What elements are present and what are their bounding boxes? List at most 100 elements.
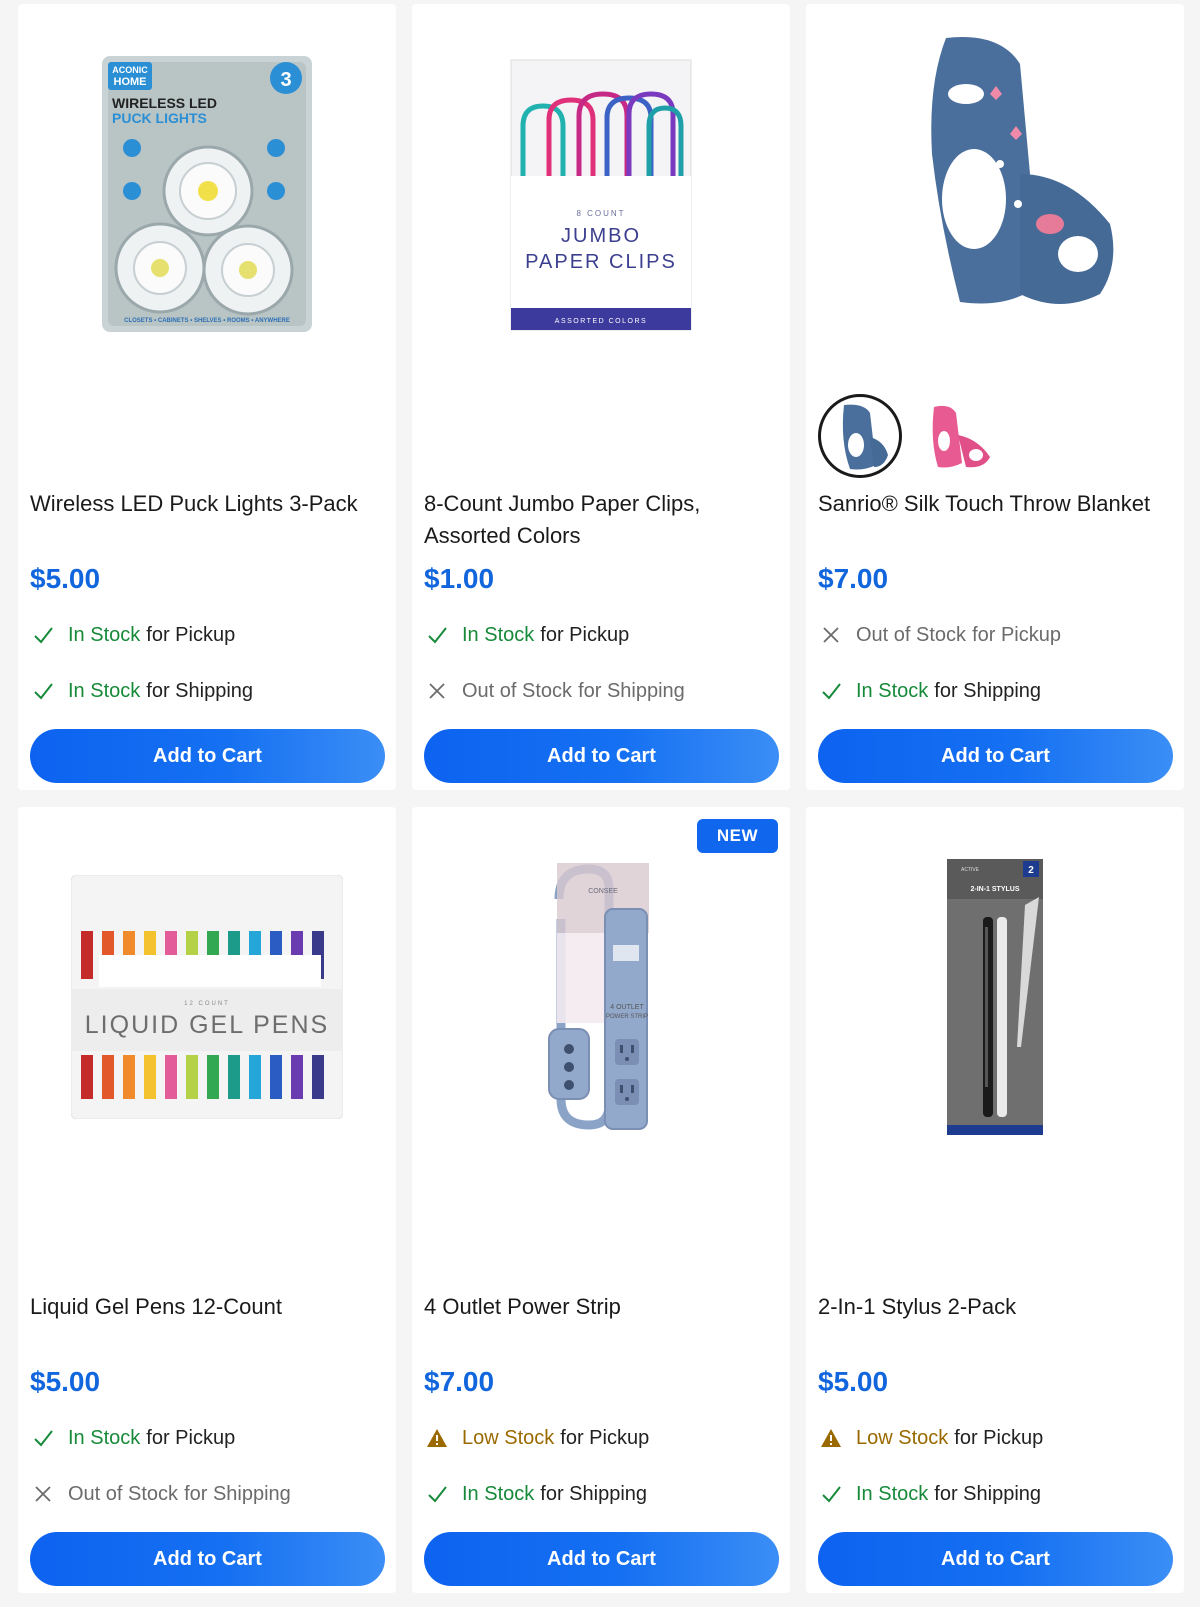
power-strip-image: CONSEE 4 OUTLET POWER STRIP [548,863,649,1130]
product-title[interactable]: 2-In-1 Stylus 2-Pack [818,1291,1172,1323]
product-title[interactable]: Wireless LED Puck Lights 3-Pack [30,488,384,520]
shipping-availability: In Stock for Shipping [818,1481,1041,1507]
shipping-status: In Stock [856,1482,929,1505]
check-icon [30,678,56,704]
pickup-availability: In Stock for Pickup [30,622,235,648]
x-icon [30,1481,56,1507]
pickup-label: for Pickup [954,1426,1044,1449]
svg-text:CLOSETS • CABINETS • SHELVES •: CLOSETS • CABINETS • SHELVES • ROOMS • A… [124,318,290,324]
product-image[interactable]: 8 COUNT JUMBO PAPER CLIPS ASSORTED COLOR… [412,4,790,384]
shipping-availability: In Stock for Shipping [424,1481,647,1507]
product-card[interactable]: ACONIC HOME 3 WIRELESS LED PUCK LIGHTS C… [18,4,396,790]
product-card[interactable]: 12 COUNT LIQUID GEL PENS Liquid Gel Pens… [18,807,396,1593]
shipping-label: for Shipping [578,679,685,702]
svg-text:12 COUNT: 12 COUNT [184,1001,230,1007]
add-to-cart-button[interactable]: Add to Cart [818,729,1173,783]
pickup-status: Out of Stock [856,623,967,646]
pink-blanket-thumbnail [932,405,990,468]
shipping-status: In Stock [68,679,141,702]
product-card[interactable]: 8 COUNT JUMBO PAPER CLIPS ASSORTED COLOR… [412,4,790,790]
add-to-cart-button[interactable]: Add to Cart [424,729,779,783]
svg-text:JUMBO: JUMBO [561,225,641,247]
shipping-label: for Shipping [146,679,254,702]
check-icon [30,622,56,648]
pickup-availability: In Stock for Pickup [30,1425,235,1451]
check-icon [424,622,450,648]
product-card[interactable]: ACTIVE 2 2-IN-1 STYLUS 2-In-1 Stylus 2-P… [806,807,1184,1593]
product-price: $7.00 [424,1366,495,1397]
product-title[interactable]: 4 Outlet Power Strip [424,1291,778,1323]
product-image[interactable] [806,4,1184,384]
shipping-status: Out of Stock [462,679,573,702]
check-icon [424,1481,450,1507]
pickup-availability: Low Stock for Pickup [818,1425,1043,1451]
product-price: $5.00 [30,1366,101,1397]
add-to-cart-button[interactable]: Add to Cart [424,1532,779,1586]
product-price: $1.00 [424,563,495,594]
pickup-label: for Pickup [540,623,630,646]
shipping-label: for Shipping [184,1482,291,1505]
product-price: $5.00 [30,563,101,594]
product-title[interactable]: 8-Count Jumbo Paper Clips, Assorted Colo… [424,488,778,552]
svg-text:LIQUID GEL PENS: LIQUID GEL PENS [85,1011,329,1039]
x-icon [818,622,844,648]
shipping-status: Out of Stock [68,1482,179,1505]
blue-blanket-thumbnail [842,404,888,470]
swatch-pink[interactable] [916,394,1000,478]
pickup-status: In Stock [68,623,141,646]
sanrio-blanket-image [931,37,1114,304]
warning-icon [424,1425,450,1451]
gel-pens-box-image: 12 COUNT LIQUID GEL PENS [71,875,343,1119]
pickup-availability: In Stock for Pickup [424,622,629,648]
x-icon [424,678,450,704]
shipping-status: In Stock [856,679,929,702]
shipping-label: for Shipping [934,1482,1042,1505]
product-card[interactable]: Sanrio® Silk Touch Throw Blanket $7.00 O… [806,4,1184,790]
pickup-label: for Pickup [146,623,236,646]
pickup-label: for Pickup [560,1426,650,1449]
svg-text:CONSEE: CONSEE [588,888,618,895]
product-image[interactable]: ACONIC HOME 3 WIRELESS LED PUCK LIGHTS C… [18,4,396,384]
svg-text:HOME: HOME [114,76,147,88]
pickup-status: Low Stock [856,1426,949,1449]
product-price: $5.00 [818,1366,889,1397]
product-image[interactable]: 12 COUNT LIQUID GEL PENS [18,807,396,1187]
svg-text:ACONIC: ACONIC [112,65,148,75]
shipping-availability: Out of Stock for Shipping [30,1481,291,1507]
product-card[interactable]: CONSEE 4 OUTLET POWER STRIP NEW 4 Outlet… [412,807,790,1593]
pickup-status: In Stock [68,1426,141,1449]
product-price: $7.00 [818,563,889,594]
shipping-label: for Shipping [540,1482,648,1505]
stylus-package-image: ACTIVE 2 2-IN-1 STYLUS [947,859,1043,1135]
check-icon [818,1481,844,1507]
pickup-availability: Low Stock for Pickup [424,1425,649,1451]
new-badge: NEW [696,819,778,853]
svg-text:PAPER CLIPS: PAPER CLIPS [525,251,677,273]
pickup-status: Low Stock [462,1426,555,1449]
puck-lights-package-image: ACONIC HOME 3 WIRELESS LED PUCK LIGHTS C… [102,56,312,332]
svg-text:4 OUTLET: 4 OUTLET [610,1004,644,1011]
pickup-label: for Pickup [146,1426,236,1449]
svg-text:ACTIVE: ACTIVE [961,867,980,873]
paper-clips-box-image: 8 COUNT JUMBO PAPER CLIPS ASSORTED COLOR… [510,59,692,331]
check-icon [818,678,844,704]
swatch-blue[interactable] [818,394,902,478]
svg-text:8 COUNT: 8 COUNT [576,209,625,218]
product-title[interactable]: Liquid Gel Pens 12-Count [30,1291,384,1323]
svg-text:WIRELESS LED: WIRELESS LED [112,95,217,111]
color-swatches [818,394,1000,478]
pickup-label: for Pickup [972,623,1061,646]
product-image[interactable]: ACTIVE 2 2-IN-1 STYLUS [806,807,1184,1187]
svg-text:POWER STRIP: POWER STRIP [606,1014,648,1020]
check-icon [30,1425,56,1451]
svg-text:3: 3 [280,69,291,91]
product-title[interactable]: Sanrio® Silk Touch Throw Blanket [818,488,1172,520]
add-to-cart-button[interactable]: Add to Cart [30,729,385,783]
shipping-label: for Shipping [934,679,1042,702]
svg-text:PUCK LIGHTS: PUCK LIGHTS [112,110,207,126]
product-image[interactable]: CONSEE 4 OUTLET POWER STRIP [412,807,790,1187]
svg-text:2-IN-1 STYLUS: 2-IN-1 STYLUS [970,886,1019,893]
add-to-cart-button[interactable]: Add to Cart [818,1532,1173,1586]
svg-text:ASSORTED COLORS: ASSORTED COLORS [555,318,647,325]
add-to-cart-button[interactable]: Add to Cart [30,1532,385,1586]
